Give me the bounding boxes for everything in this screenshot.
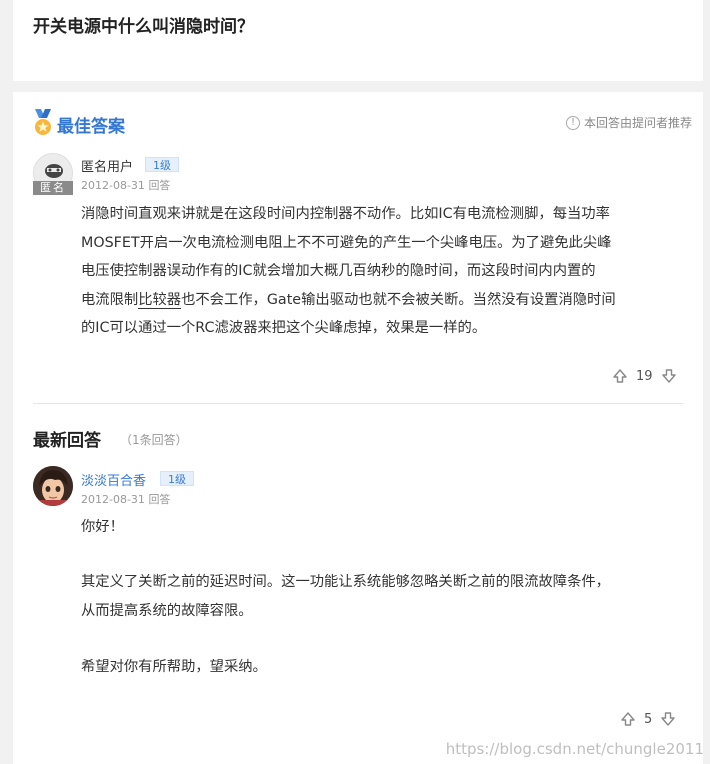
latest-answer-greeting: 你好！ <box>81 519 124 535</box>
best-answer-line-2: MOSFET开启一次电流检测电阻上不不可避免的产生一个尖峰电压。为了避免此尖峰 <box>81 234 612 251</box>
best-answer-username: 匿名用户 <box>81 160 134 175</box>
latest-answers-count: （1条回答） <box>120 433 188 447</box>
best-answer-action: 回答 <box>148 179 171 192</box>
latest-answer-votes: 5 <box>620 711 676 727</box>
info-icon: ! <box>565 115 580 130</box>
latest-answer-paragraph: 其定义了关断之前的延迟时间。这一功能让系统能够忽略关断之前的限流故障条件， 从而… <box>81 568 687 625</box>
best-answer-line-5: 的IC可以通过一个RC滤波器来把这个尖峰虑掉，效果是一样的。 <box>81 320 487 336</box>
latest-answer-line-2: 从而提高系统的故障容限。 <box>81 602 253 619</box>
latest-answer-vote-count: 5 <box>644 711 653 727</box>
best-answer-line-4: 电流限制比较器也不会工作，Gate输出驱动也就不会被关断。当然没有设置消隐时间 <box>81 286 687 315</box>
user-avatar[interactable] <box>33 466 73 506</box>
latest-answer-meta: 2012-08-31 回答 <box>81 491 170 507</box>
latest-answer-date: 2012-08-31 <box>81 493 145 506</box>
best-answer-meta: 2012-08-31 回答 <box>81 177 170 193</box>
medal-icon <box>35 109 51 135</box>
best-answer-votes: 19 <box>612 368 677 384</box>
latest-answer-line-1: 其定义了关断之前的延迟时间。这一功能让系统能够忽略关断之前的限流故障条件， <box>81 574 610 590</box>
best-answer-line-1: 消隐时间直观来讲就是在这段时间内控制器不动作。比如IC有电流检测脚，每当功率 <box>81 206 610 222</box>
watermark: https://blog.csdn.net/chungle2011 <box>445 740 704 758</box>
question-title: 开关电源中什么叫消隐时间？ <box>33 17 254 37</box>
thumbs-down-icon[interactable] <box>661 368 677 384</box>
latest-answer-username[interactable]: 淡淡百合香 <box>81 470 146 489</box>
latest-answer-level-badge: 1级 <box>160 471 194 486</box>
best-answer-date: 2012-08-31 <box>81 179 145 192</box>
best-answer-line-4a: 电流限制 <box>81 291 139 308</box>
thumbs-up-icon[interactable] <box>612 368 628 384</box>
question-card: 开关电源中什么叫消隐时间？ <box>13 0 703 81</box>
best-answer-line-4b: 也不会工作，Gate输出驱动也就不会被关断。当然没有设置消隐时间 <box>181 291 616 308</box>
best-answer-body: 消隐时间直观来讲就是在这段时间内控制器不动作。比如IC有电流检测脚，每当功率 M… <box>81 200 687 343</box>
answers-card: 最佳答案 ! 本回答由提问者推荐 匿名 匿名用户 1级 2012-08-31 回… <box>13 92 703 764</box>
comparator-link[interactable]: 比较器 <box>138 291 182 309</box>
best-answer-header: 最佳答案 ! 本回答由提问者推荐 <box>32 109 692 137</box>
best-answer-level-badge: 1级 <box>145 157 179 172</box>
recommend-note: ! 本回答由提问者推荐 <box>565 114 692 131</box>
latest-answers-title: 最新回答 <box>33 431 101 451</box>
recommend-text: 本回答由提问者推荐 <box>583 116 692 130</box>
best-answer-line-3: 电压使控制器误动作有的IC就会增加大概几百纳秒的隐时间，而这段时间内内置的 <box>81 263 596 279</box>
best-answer-vote-count: 19 <box>636 368 653 384</box>
best-answer-title: 最佳答案 <box>57 117 125 137</box>
answers-divider <box>33 403 683 404</box>
latest-answer-closing: 希望对你有所帮助，望采纳。 <box>81 659 267 675</box>
user-avatar-icon <box>33 466 73 506</box>
latest-answer-action: 回答 <box>148 493 171 506</box>
thumbs-down-icon[interactable] <box>660 711 676 727</box>
thumbs-up-icon[interactable] <box>620 711 636 727</box>
anonymous-tag: 匿名 <box>33 181 73 195</box>
